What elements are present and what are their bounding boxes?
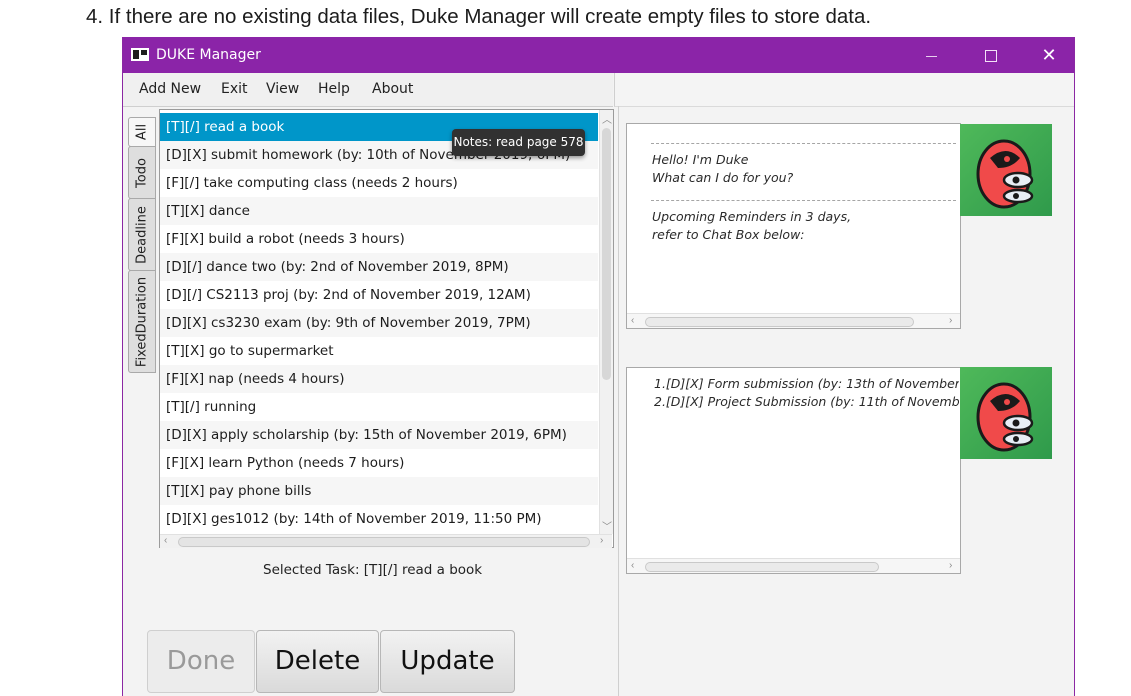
task-list-horizontal-scrollbar[interactable]: ‹ › (160, 534, 612, 548)
task-row[interactable]: [D][X] ges1012 (by: 14th of November 201… (160, 505, 598, 533)
chat-separator (651, 143, 956, 144)
document-heading: 4. If there are no existing data files, … (86, 5, 872, 28)
chat-reminder-line: Upcoming Reminders in 3 days, (652, 209, 852, 224)
task-list-vertical-scrollbar[interactable]: ︿ ﹀ (599, 110, 613, 534)
menu-exit[interactable]: Exit (221, 81, 248, 97)
task-row[interactable]: [T][X] go to supermarket (160, 337, 598, 365)
scroll-down-icon[interactable]: ﹀ (602, 518, 612, 533)
tab-all-label: All (134, 123, 150, 141)
menu-view[interactable]: View (266, 81, 299, 97)
chat-separator (651, 200, 956, 201)
menu-bar: Add New Exit View Help About (123, 73, 613, 107)
chat-horizontal-scrollbar[interactable]: ‹ › (627, 313, 960, 328)
scroll-right-icon[interactable]: › (949, 560, 952, 571)
title-bar: DUKE Manager ✕ (123, 37, 1074, 73)
task-row[interactable]: [T][X] dance (160, 197, 598, 225)
tab-deadline-label: Deadline (134, 205, 150, 264)
task-row[interactable]: [F][/] take computing class (needs 2 hou… (160, 169, 598, 197)
chat-reminder-line: refer to Chat Box below: (652, 227, 805, 242)
chat-greeting-line: What can I do for you? (652, 170, 794, 185)
tab-deadline[interactable]: Deadline (128, 198, 156, 271)
menu-about[interactable]: About (372, 81, 413, 97)
delete-button[interactable]: Delete (256, 630, 379, 693)
duke-avatar-icon (960, 367, 1052, 459)
scroll-up-icon[interactable]: ︿ (602, 111, 612, 126)
selected-task-label: Selected Task: [T][/] read a book (263, 562, 483, 578)
reminder-horizontal-thumb[interactable] (645, 562, 879, 572)
task-list-vertical-thumb[interactable] (602, 128, 611, 380)
task-row[interactable]: [D][/] CS2113 proj (by: 2nd of November … (160, 281, 598, 309)
menu-help[interactable]: Help (318, 81, 350, 97)
reminder-box[interactable]: 1.[D][X] Form submission (by: 13th of No… (626, 367, 961, 574)
chat-box[interactable]: Hello! I'm Duke What can I do for you? U… (626, 123, 961, 329)
window-title: DUKE Manager (156, 47, 261, 63)
scroll-left-icon[interactable]: ‹ (164, 535, 167, 546)
tab-all[interactable]: All (128, 117, 156, 147)
task-notes-tooltip: Notes: read page 578 (452, 129, 585, 156)
duke-avatar-icon (960, 124, 1052, 216)
task-row[interactable]: [D][X] cs3230 exam (by: 9th of November … (160, 309, 598, 337)
chat-greeting-line: Hello! I'm Duke (652, 152, 749, 167)
task-list-horizontal-thumb[interactable] (178, 537, 590, 547)
task-row[interactable]: [F][X] build a robot (needs 3 hours) (160, 225, 598, 253)
task-list[interactable]: [T][/] read a book [D][X] submit homewor… (159, 109, 614, 548)
panel-divider[interactable] (618, 106, 619, 696)
task-row[interactable]: [T][X] pay phone bills (160, 477, 598, 505)
scroll-left-icon[interactable]: ‹ (631, 560, 634, 571)
task-row[interactable]: [D][X] apply scholarship (by: 15th of No… (160, 421, 598, 449)
app-icon (131, 48, 149, 61)
task-row[interactable]: [D][/] dance two (by: 2nd of November 20… (160, 253, 598, 281)
reminder-line: 1.[D][X] Form submission (by: 13th of No… (654, 376, 959, 391)
tab-todo-label: Todo (134, 157, 150, 188)
task-row[interactable]: [F][X] nap (needs 4 hours) (160, 365, 598, 393)
duke-manager-window: DUKE Manager ✕ Add New Exit View Help Ab… (122, 37, 1075, 696)
scroll-right-icon[interactable]: › (949, 315, 952, 326)
reminder-horizontal-scrollbar[interactable]: ‹ › (627, 558, 960, 573)
maximize-button[interactable] (968, 40, 1014, 70)
scroll-left-icon[interactable]: ‹ (631, 315, 634, 326)
menu-add-new[interactable]: Add New (139, 81, 201, 97)
tab-fixedduration[interactable]: FixedDuration (128, 270, 156, 373)
reminder-line: 2.[D][X] Project Submission (by: 11th of… (654, 394, 959, 409)
scroll-right-icon[interactable]: › (600, 535, 603, 546)
close-button[interactable]: ✕ (1026, 40, 1072, 70)
task-row[interactable]: [T][/] running (160, 393, 598, 421)
minimize-icon (925, 55, 937, 57)
minimize-button[interactable] (908, 40, 954, 70)
tab-fixedduration-label: FixedDuration (134, 276, 150, 367)
tab-todo[interactable]: Todo (128, 146, 156, 199)
chat-horizontal-thumb[interactable] (645, 317, 914, 327)
task-row[interactable]: [F][X] learn Python (needs 7 hours) (160, 449, 598, 477)
menu-bar-right (614, 73, 1074, 107)
done-button[interactable]: Done (147, 630, 255, 693)
maximize-icon (985, 50, 997, 63)
update-button[interactable]: Update (380, 630, 515, 693)
